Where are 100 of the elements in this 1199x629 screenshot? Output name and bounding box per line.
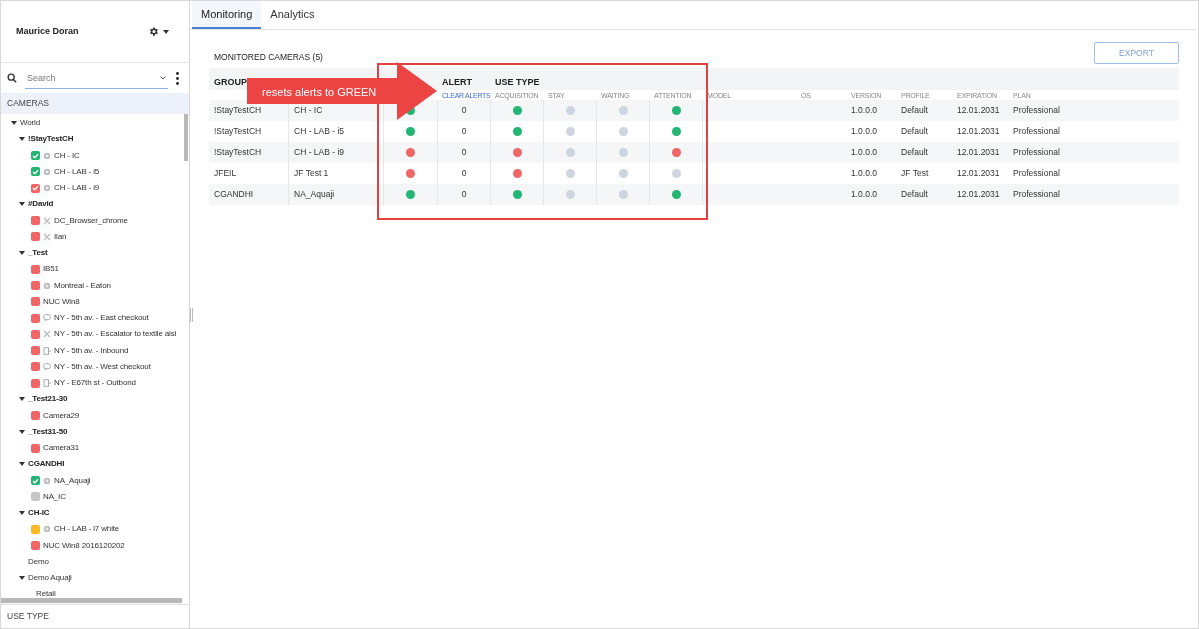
sensor-icon (43, 525, 51, 534)
checkbox[interactable] (31, 362, 40, 372)
checkbox[interactable] (31, 281, 40, 291)
tree-item[interactable]: NUC Win8 2016120202 (43, 539, 125, 552)
column-header: GROUP (214, 77, 247, 87)
more-icon[interactable] (176, 71, 179, 85)
tree-item[interactable]: _Test21-30 (28, 393, 68, 406)
table-cell: Default (901, 146, 928, 159)
table-cell: 12.01.2031 (957, 167, 1000, 180)
vertical-scrollbar[interactable] (184, 114, 188, 161)
tree-item[interactable]: Montreal - Eaton (54, 279, 111, 292)
tree-item[interactable]: NA_IC (43, 490, 66, 503)
caret-icon[interactable] (19, 576, 25, 581)
tree-item[interactable]: DC_Browser_chrome (54, 214, 128, 227)
checkbox[interactable] (31, 183, 40, 193)
tree-item[interactable]: CH - IC (54, 149, 80, 162)
cross-icon (43, 330, 51, 339)
table-cell: 0 (461, 104, 467, 117)
tree-item[interactable]: Camera31 (43, 442, 80, 455)
checkbox[interactable] (31, 264, 40, 274)
settings-button[interactable] (148, 26, 169, 37)
tree-item[interactable]: CGANDHI (28, 458, 65, 471)
tree-item[interactable]: NY - 5th av. - Inbound (54, 344, 129, 357)
caret-icon[interactable] (19, 202, 25, 207)
tree-item[interactable]: Demo Aquaji (28, 572, 72, 585)
checkbox[interactable] (31, 524, 40, 534)
horizontal-scrollbar[interactable] (1, 598, 182, 603)
table-cell: 0 (461, 167, 467, 180)
caret-icon (163, 29, 169, 34)
table-cell: Professional (1013, 104, 1060, 117)
tree-item[interactable]: Ilan (54, 230, 67, 243)
section-header: CAMERAS (1, 93, 189, 114)
tree-item[interactable]: CH - LAB - i5 (54, 165, 100, 178)
checkbox[interactable] (31, 167, 40, 177)
tree-item[interactable]: IB51 (43, 263, 59, 276)
cross-icon (43, 232, 51, 241)
speech-bubble-icon (43, 362, 51, 371)
tree-item[interactable]: NY - 5th av. - East checkout (54, 312, 149, 325)
tree-item[interactable]: CH - LAB - i9 (54, 182, 100, 195)
table-cell: 1.0.0.0 (851, 125, 877, 138)
table-cell: JFEIL (214, 167, 237, 180)
table-cell: CGANDHI (214, 188, 254, 201)
tree-item[interactable]: World (20, 117, 40, 130)
checkbox[interactable] (31, 329, 40, 339)
tree-item[interactable]: Demo (28, 555, 49, 568)
table-cell: 12.01.2031 (957, 125, 1000, 138)
table-cell: 1.0.0.0 (851, 146, 877, 159)
table-cell: JF Test 1 (294, 167, 329, 180)
table-cell: Default (901, 188, 928, 201)
tree-item[interactable]: NY - E67th st - Outbond (54, 377, 136, 390)
table-cell: !StayTestCH (214, 125, 262, 138)
tab[interactable]: Analytics (261, 1, 324, 29)
caret-icon[interactable] (19, 511, 25, 516)
checkbox[interactable] (31, 476, 40, 486)
checkbox[interactable] (31, 151, 40, 161)
table-cell: Default (901, 104, 928, 117)
table-cell: 12.01.2031 (957, 104, 1000, 117)
column-header: ALERT (442, 77, 472, 87)
tree-item[interactable]: CH-IC (28, 507, 50, 520)
tree-item[interactable]: NUC Win8 (43, 295, 80, 308)
speech-bubble-icon (43, 314, 51, 323)
tree-item[interactable]: _Test31-50 (28, 425, 68, 438)
caret-icon[interactable] (19, 462, 25, 467)
chevron-down-icon[interactable] (160, 75, 166, 80)
table-cell: 1.0.0.0 (851, 104, 877, 117)
search-field[interactable]: Search (25, 67, 160, 88)
checkbox[interactable] (31, 541, 40, 551)
tree-item[interactable]: #David (28, 198, 54, 211)
tree-item[interactable]: NA_Aquaji (54, 474, 91, 487)
tree-item[interactable]: CH - LAB - i7 white (54, 523, 120, 536)
checkbox[interactable] (31, 492, 40, 502)
caret-icon[interactable] (19, 251, 25, 256)
table-cell: Professional (1013, 188, 1060, 201)
table-cell: CH - IC (294, 104, 323, 117)
cross-icon (43, 216, 51, 225)
sensor-icon (43, 476, 51, 485)
tree-item[interactable]: _Test (28, 247, 48, 260)
tab[interactable]: Monitoring (192, 1, 262, 29)
table-cell: Professional (1013, 167, 1060, 180)
checkbox[interactable] (31, 443, 40, 453)
table-cell: 12.01.2031 (957, 146, 1000, 159)
tree-item[interactable]: NY - 5th av. - Escalator to textile aisl (54, 328, 177, 341)
checkbox[interactable] (31, 313, 40, 323)
table-cell: !StayTestCH (214, 146, 262, 159)
caret-icon[interactable] (19, 429, 25, 434)
tree-item[interactable]: NY - 5th av. - West checkout (54, 360, 151, 373)
checkbox[interactable] (31, 297, 40, 307)
tree-item[interactable]: Camera29 (43, 409, 80, 422)
table-cell: Professional (1013, 125, 1060, 138)
checkbox[interactable] (31, 411, 40, 421)
tree-item[interactable]: !StayTestCH (28, 133, 74, 146)
caret-icon[interactable] (11, 121, 17, 126)
resize-handle[interactable] (190, 308, 193, 322)
caret-icon[interactable] (19, 397, 25, 402)
checkbox[interactable] (31, 378, 40, 388)
checkbox[interactable] (31, 216, 40, 226)
checkbox[interactable] (31, 232, 40, 242)
caret-icon[interactable] (19, 137, 25, 142)
checkbox[interactable] (31, 346, 40, 356)
tree-item[interactable]: Retail (36, 588, 56, 601)
